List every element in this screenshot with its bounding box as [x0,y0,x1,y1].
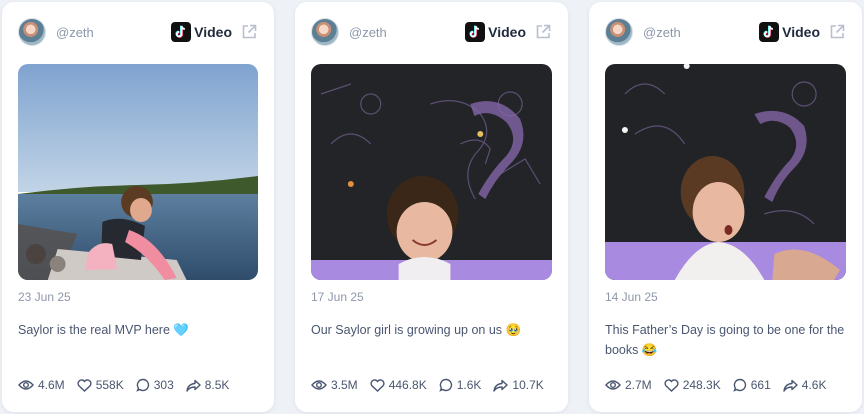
shares-stat: 10.7K [493,378,544,392]
post-caption: This Father’s Day is going to be one for… [605,323,845,357]
views-count: 2.7M [625,378,652,392]
author-handle[interactable]: @zeth [349,25,387,40]
tiktok-icon [465,22,485,42]
eye-icon [605,380,621,390]
post-header: @zeth Video [311,18,552,46]
author-handle[interactable]: @zeth [56,25,94,40]
eye-icon [18,380,34,390]
shares-stat: 4.6K [783,378,827,392]
views-count: 4.6M [38,378,65,392]
platform-label: Video [782,24,820,40]
heart-icon [370,378,385,392]
shares-count: 4.6K [801,378,827,392]
platform-label: Video [194,24,232,40]
external-link-icon[interactable] [534,23,552,41]
comments-count: 661 [750,378,771,392]
video-thumbnail[interactable] [605,64,846,280]
share-icon [493,379,509,392]
post-header: @zeth Video [18,18,258,46]
likes-stat: 558K [77,378,124,392]
heart-icon [664,378,679,392]
views-stat: 3.5M [311,378,358,392]
eye-icon [311,380,327,390]
post-card[interactable]: @zeth Video 14 Jun 25 This Father’s Day [589,2,862,412]
likes-count: 446.8K [388,378,427,392]
share-icon [783,379,798,392]
share-icon [186,379,201,392]
views-stat: 4.6M [18,378,65,392]
comments-count: 1.6K [456,378,482,392]
comments-stat: 303 [135,378,174,392]
external-link-icon[interactable] [240,23,258,41]
video-thumbnail[interactable] [18,64,258,280]
post-date: 14 Jun 25 [605,290,658,304]
tiktok-icon [171,22,191,42]
tiktok-icon [759,22,779,42]
avatar[interactable] [605,18,633,46]
views-stat: 2.7M [605,378,652,392]
comments-count: 303 [153,378,174,392]
likes-stat: 446.8K [370,378,427,392]
author-handle[interactable]: @zeth [643,25,681,40]
heart-icon [77,378,92,392]
post-stats: 3.5M 446.8K 1.6K 10.7K [311,376,558,394]
views-count: 3.5M [331,378,358,392]
post-caption: Our Saylor girl is growing up on us 🥹 [311,323,522,337]
post-date: 17 Jun 25 [311,290,364,304]
comments-stat: 1.6K [438,378,482,392]
post-card[interactable]: @zeth Video 23 Jun 25 Saylor is the real… [2,2,274,412]
comment-icon [732,378,746,392]
shares-count: 10.7K [512,378,544,392]
post-stats: 2.7M 248.3K 661 4.6K [605,376,852,394]
post-caption: Saylor is the real MVP here 🩵 [18,323,189,337]
comment-icon [438,378,452,392]
likes-stat: 248.3K [664,378,721,392]
shares-count: 8.5K [204,378,230,392]
platform-label: Video [488,24,526,40]
video-thumbnail[interactable] [311,64,552,280]
likes-count: 248.3K [682,378,721,392]
likes-count: 558K [95,378,124,392]
avatar[interactable] [18,18,46,46]
post-stats: 4.6M 558K 303 8.5K [18,376,264,394]
external-link-icon[interactable] [828,23,846,41]
post-date: 23 Jun 25 [18,290,71,304]
avatar[interactable] [311,18,339,46]
post-card[interactable]: @zeth Video 17 Jun 25 Our Saylor girl is… [295,2,568,412]
post-header: @zeth Video [605,18,846,46]
shares-stat: 8.5K [186,378,230,392]
comments-stat: 661 [732,378,771,392]
comment-icon [135,378,149,392]
